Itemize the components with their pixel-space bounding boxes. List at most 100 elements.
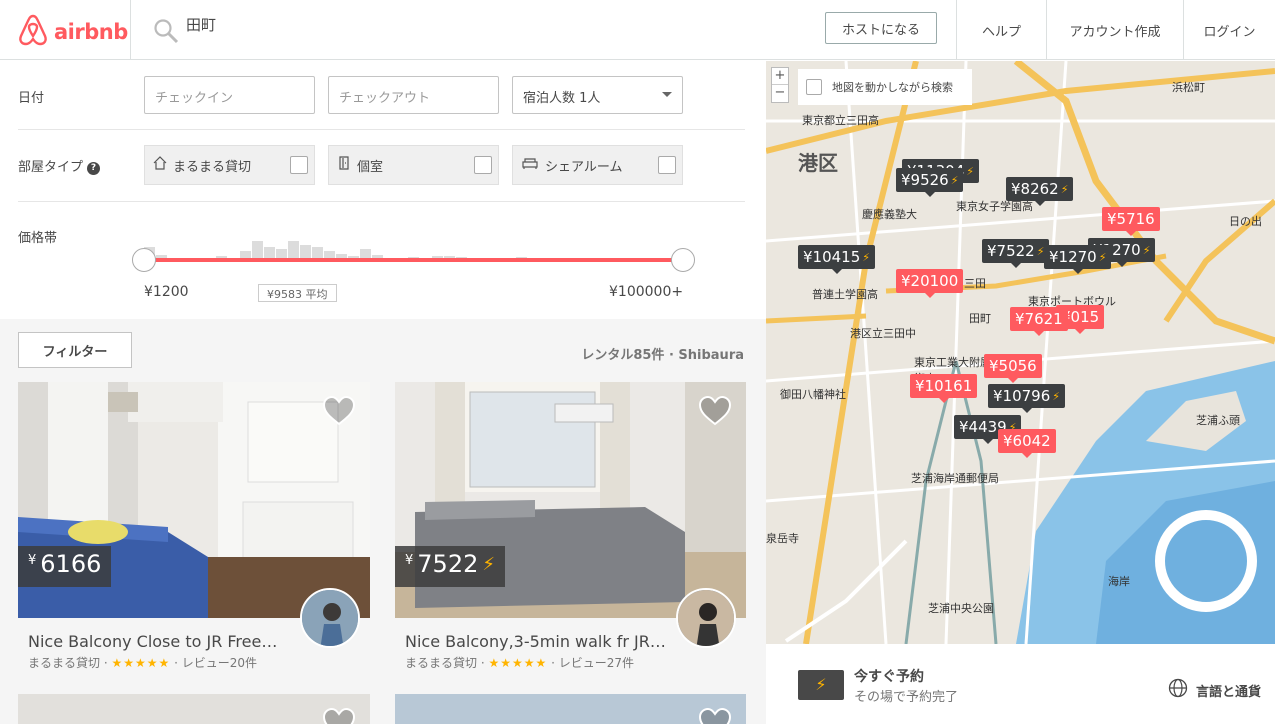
listing-title[interactable]: Nice Balcony Close to JR Free…: [28, 632, 277, 651]
instant-book-bolt-icon: ⚡: [966, 164, 974, 178]
map[interactable]: + − 地図を動かしながら検索 港区 東京都立三田高 慶應義塾大 東京女子学園高…: [766, 61, 1275, 644]
map-price-pin[interactable]: ¥10161: [910, 374, 978, 403]
shared-room-checkbox[interactable]: [658, 156, 676, 174]
instant-book-subtitle: その場で予約完了: [854, 690, 959, 705]
map-price-pin[interactable]: ¥10796 ⚡: [988, 384, 1065, 413]
door-icon: [337, 156, 351, 174]
map-price-pin[interactable]: ¥5056: [984, 354, 1042, 383]
map-label: 芝浦中央公園: [928, 602, 994, 615]
price-slider-track[interactable]: [144, 258, 684, 262]
location-search[interactable]: [130, 0, 810, 60]
private-room-checkbox[interactable]: [474, 156, 492, 174]
listing-subtitle: まるまる貸切 · ★★★★★ · レビュー27件: [405, 654, 634, 671]
search-input[interactable]: [186, 15, 586, 33]
entire-home-checkbox[interactable]: [290, 156, 308, 174]
listing-price-tag: ¥ 7522 ⚡: [395, 546, 505, 587]
map-canvas: [766, 61, 1275, 644]
pin-price: ¥5056: [989, 357, 1037, 375]
price-max: ¥100000+: [609, 284, 684, 300]
map-label: 東京都立三田高: [802, 114, 879, 127]
map-label: 海岸: [1108, 575, 1130, 588]
instant-book-bolt-icon: ⚡: [1052, 389, 1060, 403]
map-label: 三田: [964, 277, 986, 290]
zoom-out-button[interactable]: −: [772, 85, 788, 102]
heart-icon[interactable]: [698, 395, 732, 430]
listing-price: 6166: [40, 550, 102, 578]
room-type-private-room[interactable]: 個室: [328, 145, 499, 185]
room-type-shared-room[interactable]: シェアルーム: [512, 145, 683, 185]
checkout-field[interactable]: チェックアウト: [328, 76, 499, 114]
instant-book-title: 今すぐ予約: [854, 669, 924, 685]
guests-select[interactable]: 宿泊人数 1人: [512, 76, 683, 114]
map-price-pin[interactable]: ¥20100: [896, 269, 964, 298]
listing-room-type: まるまる貸切 ·: [28, 656, 112, 670]
host-avatar[interactable]: [300, 588, 360, 648]
pin-price: ¥7522: [987, 242, 1035, 260]
top-nav: airbnb ホストになる ヘルプ アカウント作成 ログイン: [0, 0, 1275, 60]
listing-card[interactable]: [18, 694, 370, 724]
pin-price: ¥9526: [901, 171, 949, 189]
pin-price: ¥1270: [1049, 248, 1097, 266]
instant-book-bolt-icon: ⚡: [482, 554, 495, 575]
map-price-pin[interactable]: ¥9526 ⚡: [896, 168, 964, 197]
heart-icon[interactable]: [322, 707, 356, 724]
nav-login[interactable]: ログイン: [1183, 0, 1275, 60]
instant-book-bolt-icon: ⚡: [1142, 243, 1151, 257]
price-slider-max-handle[interactable]: [671, 248, 695, 272]
instant-book-bolt-icon: ⚡: [1060, 182, 1069, 196]
map-price-pin[interactable]: ¥1270 ⚡: [1044, 245, 1112, 274]
help-icon[interactable]: ?: [87, 162, 101, 175]
listing-price: 7522: [417, 550, 479, 578]
room-type-entire-home[interactable]: まるまる貸切: [144, 145, 315, 185]
room-type-label-text: 個室: [357, 159, 384, 175]
listing-photo[interactable]: ¥ 7522 ⚡: [395, 382, 746, 618]
listing-card[interactable]: [395, 694, 746, 724]
map-label: 慶應義塾大: [862, 208, 917, 221]
globe-icon: [1168, 678, 1188, 702]
room-type-label-text: まるまる貸切: [173, 159, 252, 175]
map-price-pin[interactable]: ¥7621: [1010, 307, 1068, 336]
map-footer: ⚡ 今すぐ予約 その場で予約完了 言語と通貨: [766, 644, 1275, 724]
guests-value: 宿泊人数 1人: [523, 91, 601, 106]
price-average-text: ¥9583 平均: [267, 288, 328, 301]
map-price-pin[interactable]: ¥10415 ⚡: [798, 245, 875, 274]
search-icon: [153, 18, 179, 48]
listing-card[interactable]: ¥ 6166 Nice Balcony Close to JR Free… まる…: [18, 382, 370, 670]
sofa-icon: [521, 156, 539, 174]
result-count: レンタル85件 · Shibaura: [581, 348, 744, 363]
room-type-label-text: 部屋タイプ: [18, 160, 84, 175]
map-label: 港区立三田中: [850, 327, 916, 340]
heart-icon[interactable]: [698, 707, 732, 724]
filter-button[interactable]: フィルター: [18, 332, 132, 368]
language-currency-button[interactable]: 言語と通貨: [1168, 678, 1261, 702]
search-as-move-checkbox[interactable]: [806, 79, 822, 95]
zoom-controls: + −: [771, 67, 789, 103]
map-price-pin[interactable]: ¥5716: [1102, 207, 1160, 236]
pin-price: ¥7621: [1015, 310, 1063, 328]
search-as-move-toggle[interactable]: 地図を動かしながら検索: [798, 69, 972, 105]
listing-title[interactable]: Nice Balcony,3-5min walk fr JR…: [405, 632, 666, 651]
nav-signup[interactable]: アカウント作成: [1046, 0, 1183, 60]
map-price-pin[interactable]: ¥7522 ⚡: [982, 239, 1050, 268]
brand-name: airbnb: [54, 20, 128, 44]
airbnb-logo[interactable]: airbnb: [18, 14, 128, 50]
host-avatar[interactable]: [676, 588, 736, 648]
search-panel: 日付 チェックイン チェックアウト 宿泊人数 1人 部屋タイプ? まるまる貸切 …: [0, 61, 766, 724]
listing-photo[interactable]: ¥ 6166: [18, 382, 370, 618]
map-price-pin[interactable]: ¥6042: [998, 429, 1056, 458]
zoom-in-button[interactable]: +: [772, 68, 788, 85]
nav-help[interactable]: ヘルプ: [956, 0, 1046, 60]
checkin-field[interactable]: チェックイン: [144, 76, 315, 114]
become-host-button[interactable]: ホストになる: [825, 12, 937, 44]
review-count: · レビュー27件: [547, 656, 634, 670]
instant-book-icon: ⚡: [798, 670, 844, 700]
pin-price: ¥10415: [803, 248, 861, 266]
heart-icon[interactable]: [322, 395, 356, 430]
price-slider-min-handle[interactable]: [132, 248, 156, 272]
pin-price: ¥10161: [915, 377, 973, 395]
listing-card[interactable]: ¥ 7522 ⚡ Nice Balcony,3-5min walk fr JR……: [395, 382, 746, 670]
map-label: 御田八幡神社: [780, 388, 846, 401]
chevron-down-icon: [662, 92, 672, 97]
currency-symbol: ¥: [405, 553, 414, 568]
map-price-pin[interactable]: ¥8262 ⚡: [1006, 177, 1074, 206]
